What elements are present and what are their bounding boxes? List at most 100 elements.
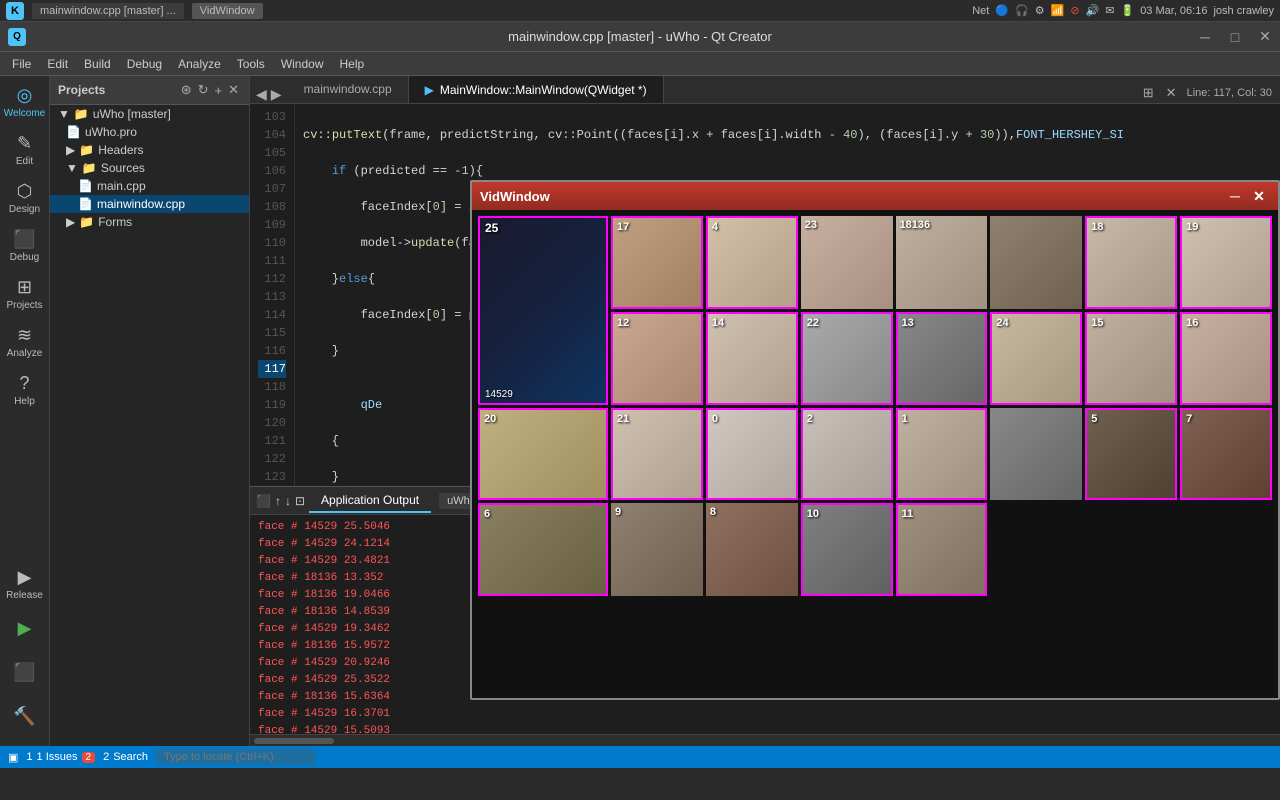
activity-release-label: Release [6, 590, 43, 601]
nav-forward[interactable]: ▶ [271, 86, 282, 103]
left-panel-toggle[interactable]: ▣ [8, 751, 18, 764]
face-cell-8: 8 [706, 503, 798, 596]
username: josh crawley [1213, 5, 1274, 17]
release-icon: ▶ [18, 567, 32, 588]
tree-forms-label: Forms [98, 215, 132, 229]
vid-minimize-btn[interactable]: ─ [1224, 185, 1246, 207]
activity-welcome[interactable]: ◎ Welcome [3, 80, 47, 124]
vid-window-controls: ─ ✕ [1224, 185, 1270, 207]
activity-bar: ◎ Welcome ✎ Edit ⬡ Design ⬛ Debug ⊞ Proj… [0, 76, 50, 746]
issues-tab[interactable]: 1 1 Issues 2 [26, 751, 95, 763]
tree-item-main-cpp[interactable]: 📄 main.cpp [50, 177, 249, 195]
activity-edit[interactable]: ✎ Edit [3, 128, 47, 172]
editor-tab-active[interactable]: ▶ MainWindow::MainWindow(QWidget *) [409, 76, 664, 103]
activity-debug-label: Debug [10, 252, 39, 263]
tree-sync-btn[interactable]: ↻ [196, 80, 211, 100]
vid-close-btn[interactable]: ✕ [1248, 185, 1270, 207]
tree-item-forms[interactable]: ▶ 📁 Forms [50, 213, 249, 231]
face-cell-24: 24 [990, 312, 1082, 405]
activity-help[interactable]: ? Help [3, 368, 47, 412]
tree-header: Projects ⊛ ↻ + ✕ [50, 76, 249, 105]
menu-edit[interactable]: Edit [39, 55, 76, 73]
settings-icon: ⚙ [1035, 4, 1045, 17]
status-bar: ▣ 1 1 Issues 2 2 Search [0, 746, 1280, 768]
taskbar-item-vidwindow[interactable]: VidWindow [192, 3, 263, 19]
face-num-14: 14 [712, 317, 724, 329]
face-num-0: 0 [712, 413, 718, 425]
tree-item-sources[interactable]: ▼ 📁 Sources [50, 159, 249, 177]
editor-close-btn[interactable]: ✕ [1164, 83, 1179, 103]
menu-help[interactable]: Help [332, 55, 373, 73]
face-num-25: 25 [485, 221, 498, 235]
folder-icon-forms: 📁 [79, 215, 94, 229]
face-cell-21: 21 [611, 408, 703, 501]
wifi-icon: 📶 [1051, 4, 1065, 17]
face-num-8: 8 [710, 506, 716, 518]
activity-design[interactable]: ⬡ Design [3, 176, 47, 220]
tree-project-root[interactable]: ▼ 📁 uWho [master] [50, 105, 249, 123]
face-cell-7: 7 [1180, 408, 1272, 501]
close-button[interactable]: ✕ [1250, 22, 1280, 51]
menu-tools[interactable]: Tools [229, 55, 273, 73]
activity-edit-label: Edit [16, 156, 33, 167]
activity-run[interactable]: ▶ [3, 606, 47, 650]
tree-item-mainwindow-cpp[interactable]: 📄 mainwindow.cpp [50, 195, 249, 213]
editor-position: Line: 117, Col: 30 [1187, 87, 1272, 99]
activity-analyze-label: Analyze [7, 348, 43, 359]
minimize-button[interactable]: ─ [1190, 22, 1220, 51]
activity-projects[interactable]: ⊞ Projects [3, 272, 47, 316]
power-icon: ⊘ [1070, 4, 1079, 17]
design-icon: ⬡ [17, 181, 33, 202]
maximize-button[interactable]: □ [1220, 22, 1250, 51]
activity-analyze[interactable]: ≋ Analyze [3, 320, 47, 364]
activity-debug[interactable]: ⬛ Debug [3, 224, 47, 268]
locate-input[interactable] [156, 749, 316, 765]
activity-stop[interactable]: ⬛ [3, 650, 47, 694]
bottom-panel-expand[interactable]: ⊡ [295, 494, 305, 508]
tree-close-btn[interactable]: ✕ [226, 80, 241, 100]
search-tab[interactable]: 2 Search [103, 751, 148, 763]
face-cell-14: 14 [706, 312, 798, 405]
taskbar-item-mainwindow[interactable]: mainwindow.cpp [master] ... [32, 3, 184, 19]
face-num-22: 22 [807, 317, 819, 329]
scrollbar-thumb[interactable] [254, 738, 334, 744]
horizontal-scrollbar[interactable] [250, 734, 1280, 746]
vid-content: 25 14529 17 4 23 18136 18 19 [472, 210, 1278, 698]
tab-active-label: MainWindow::MainWindow(QWidget *) [440, 83, 647, 97]
face-num-4: 4 [712, 221, 718, 233]
face-cell-1: 1 [896, 408, 988, 501]
tree-item-headers[interactable]: ▶ 📁 Headers [50, 141, 249, 159]
activity-release[interactable]: ▶ Release [3, 562, 47, 606]
tree-item-uwho-pro[interactable]: 📄 uWho.pro [50, 123, 249, 141]
project-tree: Projects ⊛ ↻ + ✕ ▼ 📁 uWho [master] 📄 uWh… [50, 76, 250, 746]
face-num-24: 24 [996, 317, 1008, 329]
tab-active-arrow: ▶ [425, 83, 434, 97]
analyze-icon: ≋ [17, 325, 32, 346]
menu-file[interactable]: File [4, 55, 39, 73]
output-line: face # 14529 16.3701 [258, 706, 1272, 723]
face-grid: 25 14529 17 4 23 18136 18 19 [472, 210, 1278, 698]
editor-tab-mainwindow[interactable]: mainwindow.cpp [288, 76, 409, 103]
window-controls: ─ □ ✕ [1190, 22, 1280, 51]
editor-toolbar-right: ⊞ ✕ Line: 117, Col: 30 [1141, 83, 1280, 103]
face-num-15: 15 [1091, 317, 1103, 329]
activity-bottom: ▶ Release ▶ ⬛ 🔨 [3, 562, 47, 738]
menu-debug[interactable]: Debug [119, 55, 170, 73]
vid-window: VidWindow ─ ✕ 25 14529 17 4 23 [470, 180, 1280, 700]
window-title: mainwindow.cpp [master] - uWho - Qt Crea… [508, 29, 772, 44]
tab-app-output[interactable]: Application Output [309, 489, 431, 513]
tree-add-btn[interactable]: + [213, 81, 225, 100]
menu-analyze[interactable]: Analyze [170, 55, 229, 73]
face-num-18: 18 [1091, 221, 1103, 233]
face-num-13: 13 [902, 317, 914, 329]
tree-filter-btn[interactable]: ⊛ [179, 80, 194, 100]
nav-back[interactable]: ◀ [256, 86, 267, 103]
tree-mainwindow-label: mainwindow.cpp [97, 197, 185, 211]
menu-build[interactable]: Build [76, 55, 119, 73]
activity-hammer[interactable]: 🔨 [3, 694, 47, 738]
vid-window-title-text: VidWindow [480, 189, 550, 204]
welcome-icon: ◎ [17, 85, 33, 106]
editor-split-btn[interactable]: ⊞ [1141, 83, 1156, 103]
menu-window[interactable]: Window [273, 55, 332, 73]
tree-expand-icon: ▼ [58, 107, 70, 121]
